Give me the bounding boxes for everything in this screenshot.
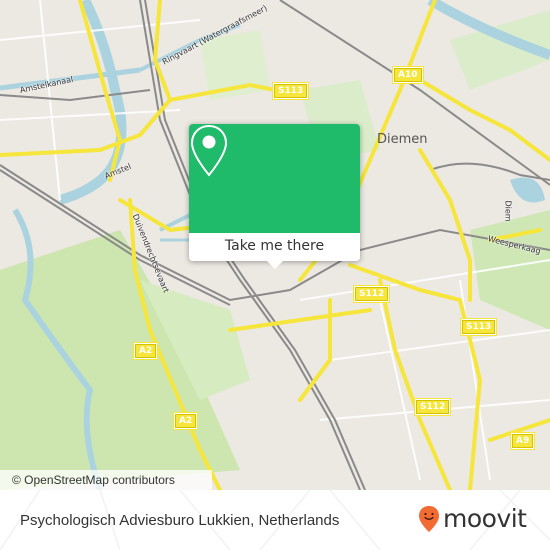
popup-header	[189, 124, 360, 233]
place-label-diemen: Diemen	[377, 132, 428, 147]
map-pin-icon	[190, 124, 228, 177]
map-view[interactable]: Diemen Amstelkanaal Ringvaart (Watergraa…	[0, 0, 550, 490]
street-label: Diem	[503, 200, 513, 222]
take-me-there-button[interactable]: Take me there	[189, 233, 360, 261]
moovit-logo[interactable]: moovit	[418, 504, 527, 533]
road-shield: S113	[460, 319, 497, 335]
road-shield: A2	[133, 343, 158, 359]
footer: Psychologisch Adviesburo Lukkien, Nether…	[0, 490, 550, 550]
location-title: Psychologisch Adviesburo Lukkien, Nether…	[20, 512, 340, 529]
road-shield: A2	[173, 413, 198, 429]
road-shield: A10	[393, 67, 423, 83]
popup-pointer	[267, 261, 283, 269]
location-popup: Take me there	[189, 124, 360, 269]
road-shield: S113	[272, 83, 309, 99]
map-attribution[interactable]: © OpenStreetMap contributors	[0, 470, 212, 490]
moovit-wordmark: moovit	[443, 504, 527, 533]
road-shield: A9	[510, 433, 535, 449]
road-shield: S112	[414, 399, 451, 415]
road-shield: S112	[353, 286, 390, 302]
moovit-face-icon	[419, 505, 439, 532]
lake	[510, 177, 545, 203]
